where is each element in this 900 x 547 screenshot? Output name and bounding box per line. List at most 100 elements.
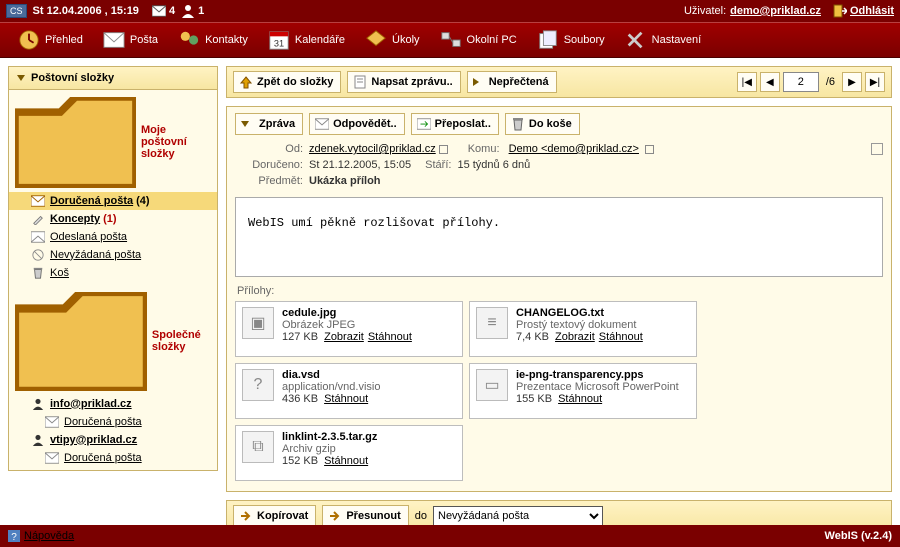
datetime: St 12.04.2006 , 15:19 <box>33 5 139 17</box>
folder-sent[interactable]: Odeslaná pošta <box>9 228 217 246</box>
nav-mail[interactable]: Pošta <box>93 22 168 58</box>
shared-account-1[interactable]: info@priklad.cz <box>9 395 217 413</box>
to-address[interactable]: Demo <demo@priklad.cz> <box>509 143 639 155</box>
arrow-right-icon <box>328 509 342 523</box>
nav-settings[interactable]: Nastavení <box>615 22 712 58</box>
nav-files[interactable]: Soubory <box>527 22 615 58</box>
group-my-folders[interactable]: Moje poštovní složky <box>9 93 217 192</box>
user-icon <box>181 4 195 18</box>
attachment-type: Archiv gzip <box>282 443 377 455</box>
move-target-select[interactable]: Nevyžádaná pošta <box>433 506 603 525</box>
trash-icon <box>31 267 45 279</box>
mail-icon <box>103 29 125 51</box>
pager-last[interactable]: ▶| <box>865 72 885 92</box>
compose-button[interactable]: Napsat zprávu.. <box>347 71 460 93</box>
forward-icon <box>417 117 431 131</box>
attachment-name: dia.vsd <box>282 369 380 381</box>
back-to-folder-button[interactable]: Zpět do složky <box>233 71 341 93</box>
inbox-icon <box>45 416 59 428</box>
attachments: ▣cedule.jpgObrázek JPEG127 KBZobrazitStá… <box>235 301 883 481</box>
nav-settings-label: Nastavení <box>652 34 702 46</box>
move-to-label: do <box>415 510 427 522</box>
document-icon <box>353 75 367 89</box>
to-label: Komu: <box>468 143 500 155</box>
help-link[interactable]: ? Nápověda <box>8 530 74 542</box>
chevron-down-icon <box>241 121 249 127</box>
group-shared-folders[interactable]: Společné složky <box>9 288 217 395</box>
attachment-icon: ? <box>242 369 274 401</box>
attachment-download[interactable]: Stáhnout <box>368 331 412 343</box>
pager-first[interactable]: |◀ <box>737 72 757 92</box>
popout-icon[interactable] <box>871 143 883 155</box>
attachment-type: application/vnd.visio <box>282 381 380 393</box>
attachment-card: ≡CHANGELOG.txtProstý textový dokument7,4… <box>469 301 697 357</box>
nav-pcs-label: Okolní PC <box>467 34 517 46</box>
folder-icon <box>15 292 147 391</box>
address-chip-icon[interactable] <box>645 145 654 154</box>
footer: ? Nápověda WebIS (v.2.4) <box>0 525 900 547</box>
reply-button[interactable]: Odpovědět.. <box>309 113 405 135</box>
nav-mail-label: Pošta <box>130 34 158 46</box>
svg-text:?: ? <box>11 532 17 542</box>
attachment-type: Obrázek JPEG <box>282 319 416 331</box>
attachment-icon: ▭ <box>476 369 508 401</box>
message-collapse-button[interactable]: Zpráva <box>235 113 303 135</box>
subject-value: Ukázka příloh <box>309 175 381 187</box>
envelope-icon <box>152 4 166 18</box>
logout-button[interactable]: Odhlásit <box>833 4 894 18</box>
sidebar-header-label: Poštovní složky <box>31 72 114 84</box>
contacts-icon <box>178 29 200 51</box>
attachment-download[interactable]: Stáhnout <box>558 393 602 405</box>
nav-tasks[interactable]: Úkoly <box>355 22 430 58</box>
pager-prev[interactable]: ◀ <box>760 72 780 92</box>
copy-button[interactable]: Kopírovat <box>233 505 316 525</box>
attachment-view[interactable]: Zobrazit <box>324 331 364 343</box>
delivered-value: St 21.12.2005, 15:05 <box>309 159 411 171</box>
subject-label: Předmět: <box>235 175 303 187</box>
pager-page-input[interactable] <box>783 72 819 92</box>
nav-pcs[interactable]: Okolní PC <box>430 22 527 58</box>
nav-contacts[interactable]: Kontakty <box>168 22 258 58</box>
locale-badge[interactable]: CS <box>6 4 27 18</box>
list-toolbar: Zpět do složky Napsat zprávu.. Nepřečten… <box>226 66 892 98</box>
pager: |◀ ◀ /6 ▶ ▶| <box>737 72 885 92</box>
current-user-link[interactable]: demo@priklad.cz <box>730 5 821 17</box>
logout-icon <box>833 4 847 18</box>
arrow-right-icon <box>239 509 253 523</box>
online-users-indicator[interactable]: 1 <box>181 4 204 18</box>
unread-mail-count: 4 <box>169 5 175 17</box>
inbox-icon <box>45 452 59 464</box>
shared-1-inbox[interactable]: Doručená pošta <box>9 413 217 431</box>
message-toolbar: Zpráva Odpovědět.. Přeposlat.. Do koše <box>235 113 883 135</box>
nav-overview[interactable]: Přehled <box>8 22 93 58</box>
attachment-view[interactable]: Zobrazit <box>555 331 595 343</box>
address-chip-icon[interactable] <box>439 145 448 154</box>
sidebar-header[interactable]: Poštovní složky <box>8 66 218 90</box>
attachment-name: ie-png-transparency.pps <box>516 369 679 381</box>
move-button[interactable]: Přesunout <box>322 505 408 525</box>
folder-drafts[interactable]: Koncepty (1) <box>9 210 217 228</box>
pager-next[interactable]: ▶ <box>842 72 862 92</box>
network-icon <box>440 29 462 51</box>
main-nav: Přehled Pošta Kontakty 31 Kalendáře Úkol… <box>0 22 900 58</box>
folder-icon <box>15 97 136 188</box>
shared-account-2[interactable]: vtipy@priklad.cz <box>9 431 217 449</box>
unread-button[interactable]: Nepřečtená <box>467 71 557 93</box>
nav-files-label: Soubory <box>564 34 605 46</box>
shared-2-inbox[interactable]: Doručená pošta <box>9 449 217 467</box>
delete-button[interactable]: Do koše <box>505 113 580 135</box>
attachment-download[interactable]: Stáhnout <box>324 393 368 405</box>
nav-calendar[interactable]: 31 Kalendáře <box>258 22 355 58</box>
folder-junk[interactable]: Nevyžádaná pošta <box>9 246 217 264</box>
folder-trash[interactable]: Koš <box>9 264 217 282</box>
age-value: 15 týdnů 6 dnů <box>457 159 530 171</box>
pager-total: /6 <box>822 76 839 88</box>
attachment-download[interactable]: Stáhnout <box>599 331 643 343</box>
forward-button[interactable]: Přeposlat.. <box>411 113 499 135</box>
from-address[interactable]: zdenek.vytocil@priklad.cz <box>309 143 436 155</box>
content: Zpět do složky Napsat zprávu.. Nepřečten… <box>226 58 900 525</box>
folder-inbox[interactable]: Doručená pošta (4) <box>9 192 217 210</box>
attachment-card: ▣cedule.jpgObrázek JPEG127 KBZobrazitStá… <box>235 301 463 357</box>
unread-mail-indicator[interactable]: 4 <box>152 4 175 18</box>
attachment-download[interactable]: Stáhnout <box>324 455 368 467</box>
